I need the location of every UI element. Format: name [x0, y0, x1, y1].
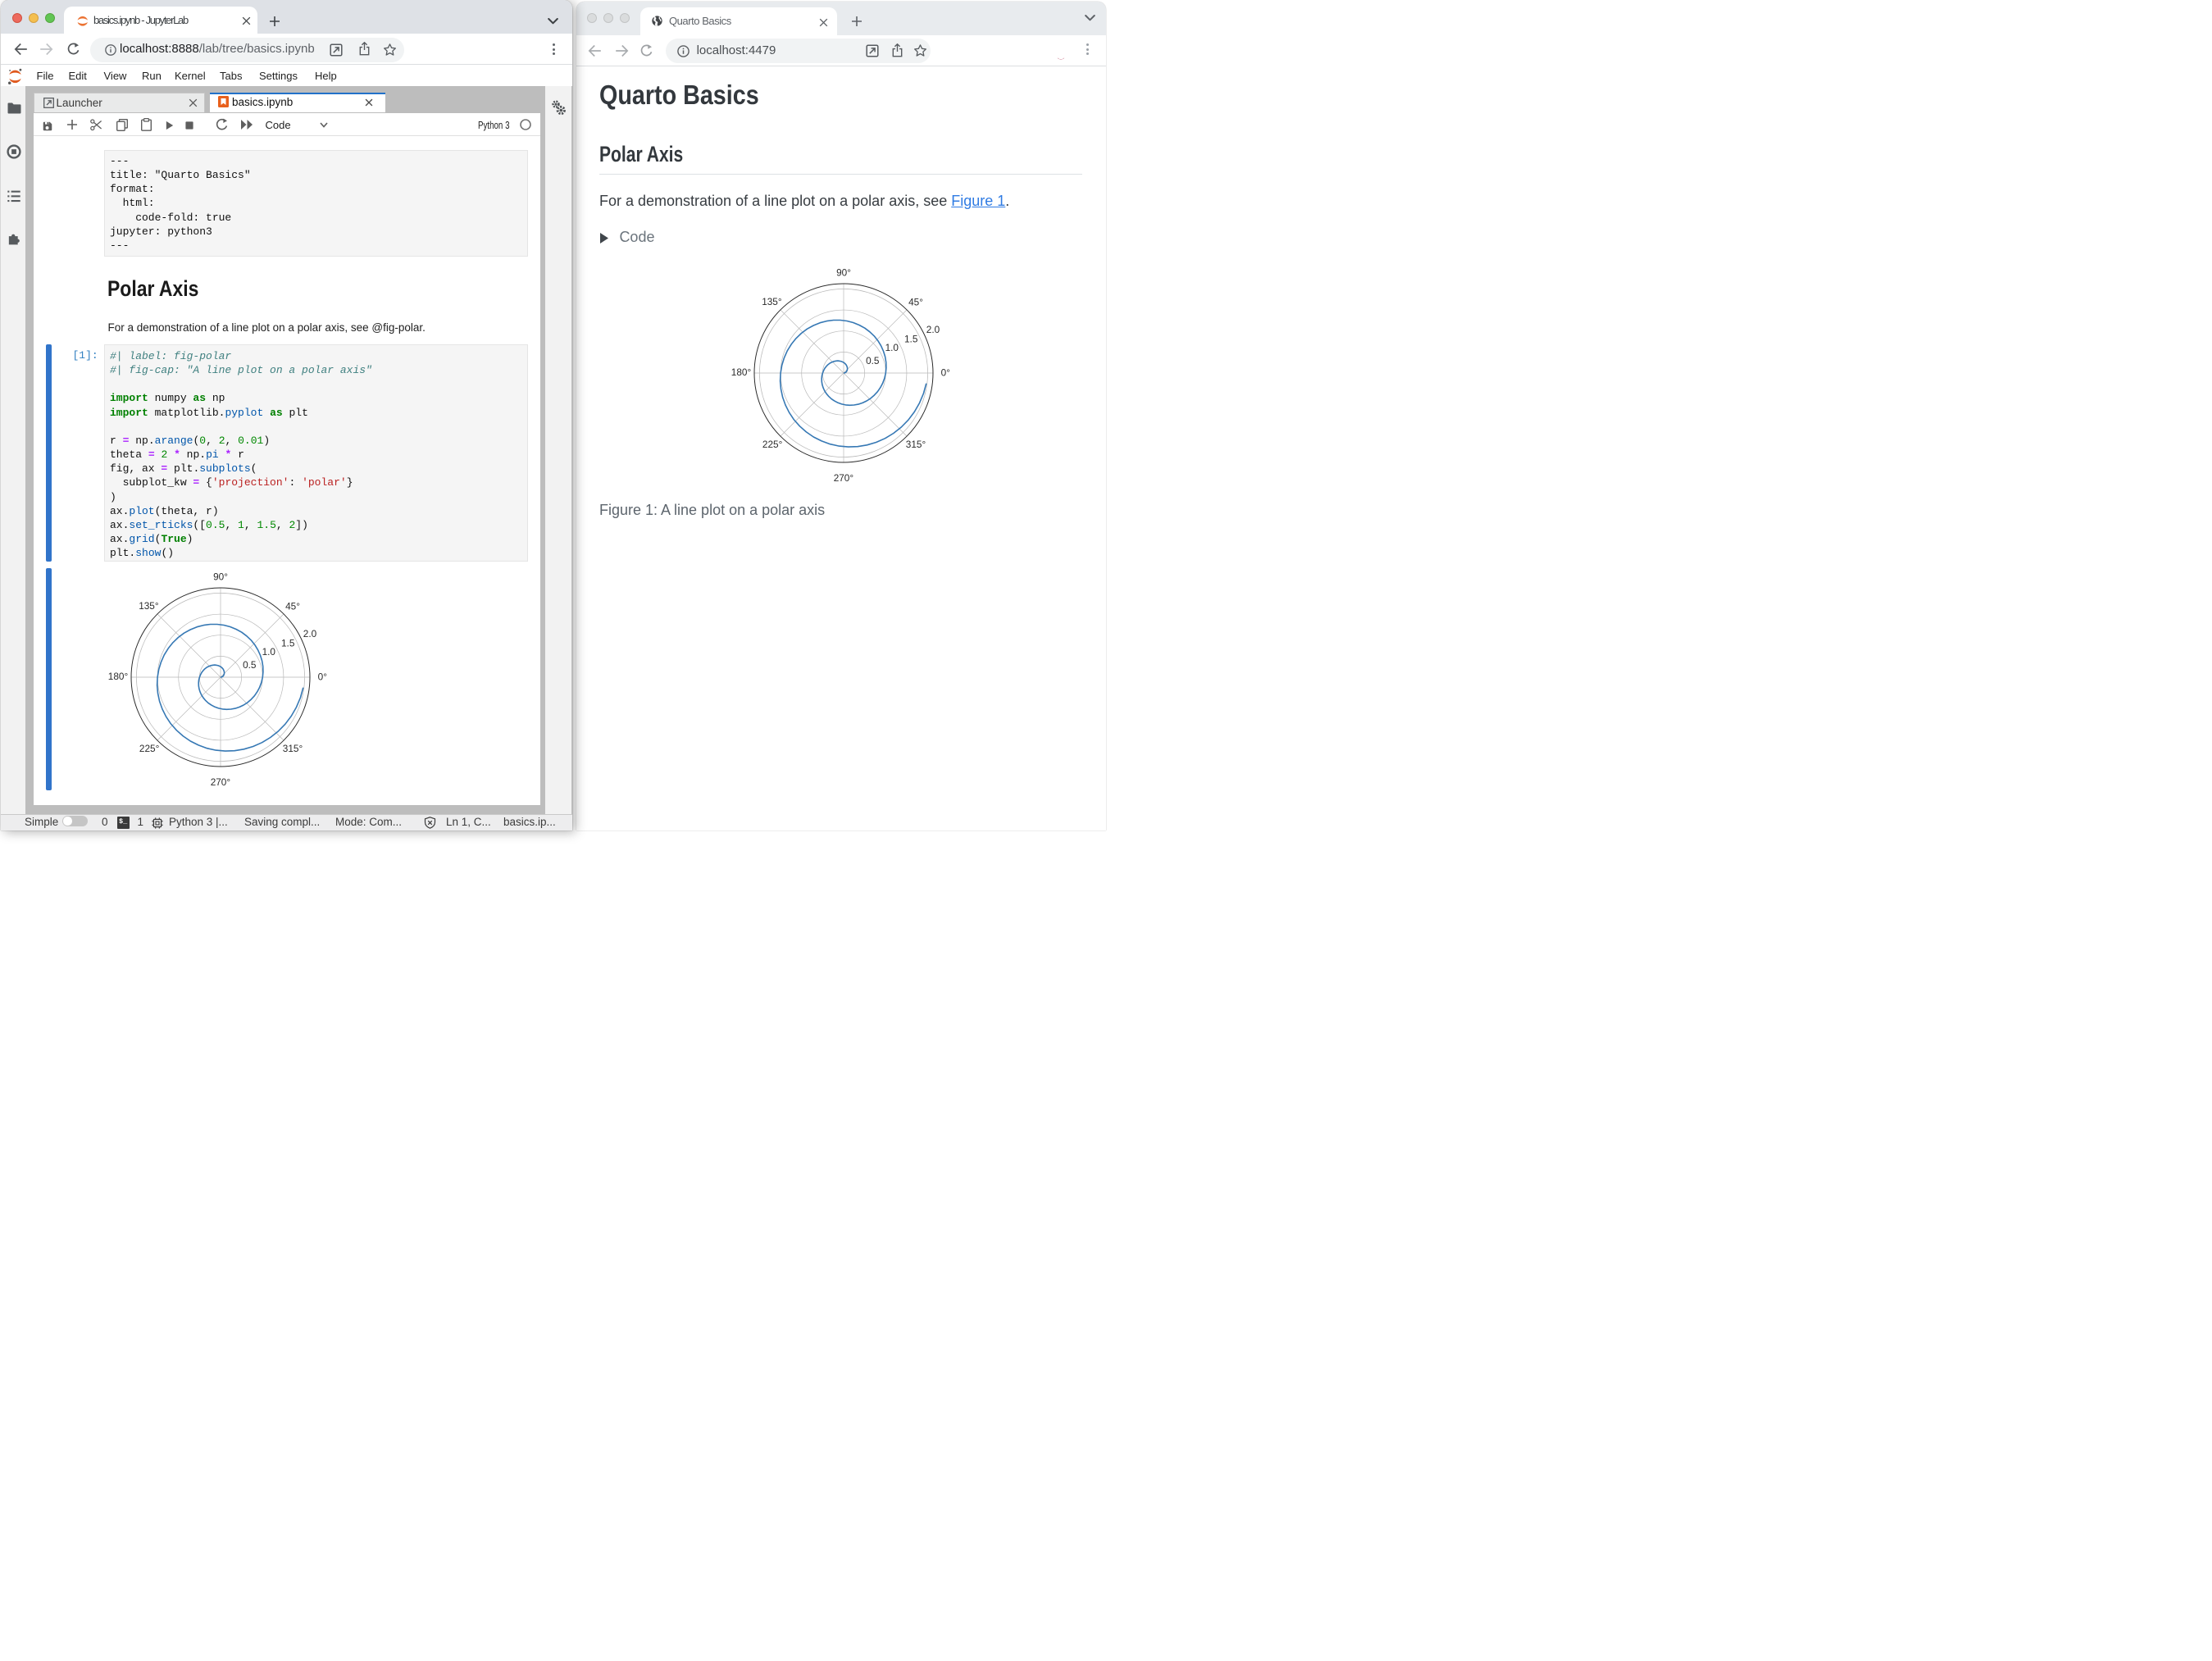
svg-text:45°: 45° — [908, 296, 923, 307]
svg-text:0°: 0° — [318, 671, 328, 682]
svg-text:225°: 225° — [762, 439, 783, 450]
svg-text:2.0: 2.0 — [926, 324, 940, 335]
svg-text:2.0: 2.0 — [303, 628, 317, 639]
svg-text:1.0: 1.0 — [262, 646, 276, 658]
svg-text:1.5: 1.5 — [904, 333, 918, 344]
svg-text:270°: 270° — [833, 472, 853, 484]
svg-text:135°: 135° — [762, 296, 782, 307]
svg-text:0°: 0° — [940, 366, 950, 378]
svg-text:315°: 315° — [283, 743, 303, 754]
svg-text:315°: 315° — [906, 439, 926, 450]
svg-text:1.0: 1.0 — [885, 342, 899, 353]
svg-text:0.5: 0.5 — [866, 355, 880, 366]
svg-text:225°: 225° — [139, 743, 160, 754]
svg-text:90°: 90° — [836, 267, 851, 279]
svg-text:0.5: 0.5 — [243, 659, 257, 671]
svg-text:180°: 180° — [731, 366, 752, 378]
svg-text:270°: 270° — [211, 776, 231, 788]
svg-text:90°: 90° — [213, 571, 228, 583]
svg-text:1.5: 1.5 — [281, 637, 295, 648]
svg-text:45°: 45° — [285, 600, 300, 612]
svg-text:135°: 135° — [139, 600, 159, 612]
svg-text:180°: 180° — [108, 671, 129, 682]
